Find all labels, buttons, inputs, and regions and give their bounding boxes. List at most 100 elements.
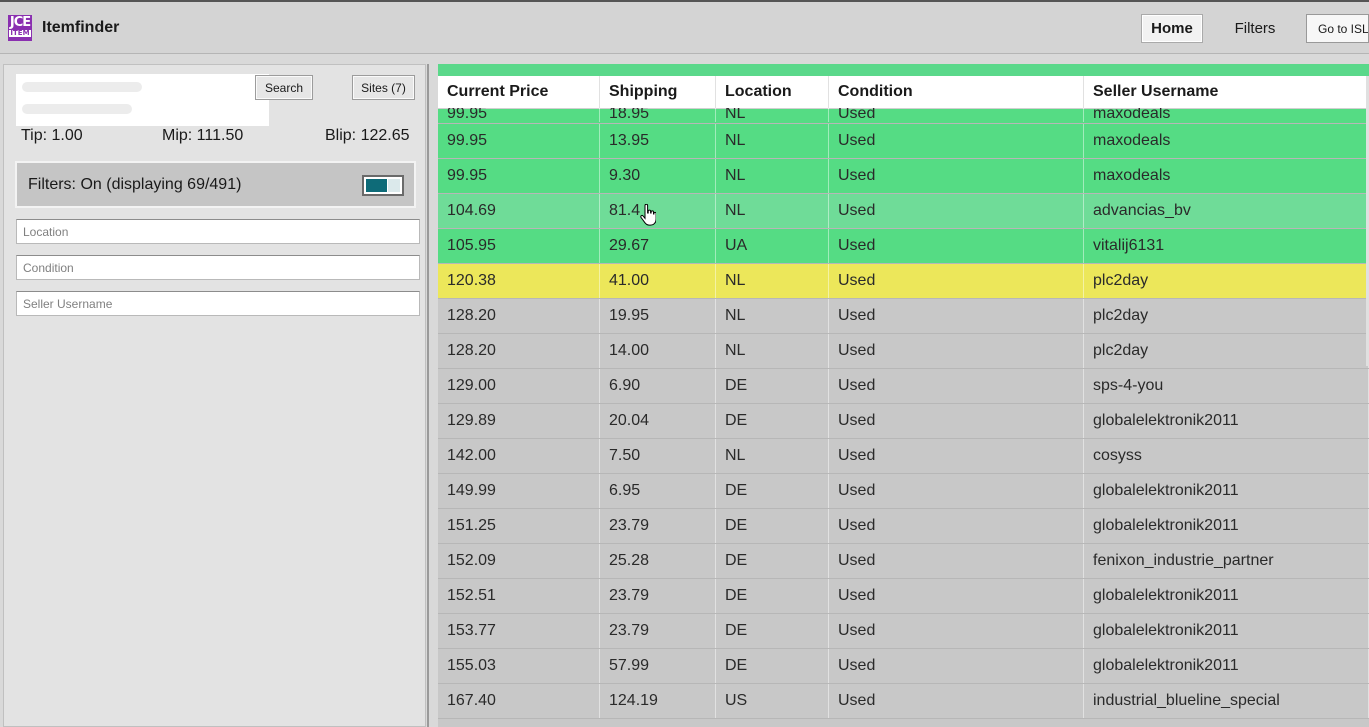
- cell-location: NL: [716, 334, 829, 368]
- table-header: Current Price Shipping Location Conditio…: [438, 76, 1369, 109]
- cell-location: US: [716, 684, 829, 718]
- cell-shipping: 14.00: [600, 334, 716, 368]
- cell-location: NL: [716, 299, 829, 333]
- table-row[interactable]: 120.38 41.00 NL Used plc2day: [438, 264, 1369, 299]
- cell-shipping: 25.28: [600, 544, 716, 578]
- cell-shipping: 18.95: [600, 108, 716, 122]
- cell-shipping: 13.95: [600, 124, 716, 158]
- cell-shipping: 29.67: [600, 229, 716, 263]
- table-row[interactable]: 152.51 23.79 DE Used globalelektronik2011: [438, 579, 1369, 614]
- cell-shipping: 20.04: [600, 404, 716, 438]
- cell-condition: Used: [829, 264, 1084, 298]
- nav-home-button[interactable]: Home: [1141, 14, 1203, 43]
- cell-condition: Used: [829, 124, 1084, 158]
- go-to-isl-button[interactable]: Go to ISL: [1306, 14, 1369, 43]
- location-filter-input[interactable]: [16, 219, 420, 244]
- column-header-condition[interactable]: Condition: [829, 76, 1084, 109]
- cell-condition: Used: [829, 544, 1084, 578]
- cell-current-price: 142.00: [438, 439, 600, 473]
- cell-shipping: 6.90: [600, 369, 716, 403]
- cell-location: DE: [716, 649, 829, 683]
- cell-location: NL: [716, 159, 829, 193]
- cell-condition: Used: [829, 229, 1084, 263]
- table-row[interactable]: 142.00 7.50 NL Used cosyss: [438, 439, 1369, 474]
- cell-location: DE: [716, 544, 829, 578]
- table-row[interactable]: 167.40 124.19 US Used industrial_blueline_sp…: [438, 684, 1369, 719]
- column-header-seller-username[interactable]: Seller Username: [1084, 76, 1369, 109]
- search-button[interactable]: Search: [255, 75, 313, 100]
- panel-divider[interactable]: [427, 64, 429, 727]
- cell-seller-username: maxodeals: [1084, 124, 1369, 158]
- cell-location: NL: [716, 108, 829, 122]
- cell-condition: Used: [829, 404, 1084, 438]
- cell-location: DE: [716, 614, 829, 648]
- table-row[interactable]: 129.89 20.04 DE Used globalelektronik2011: [438, 404, 1369, 439]
- cell-condition: Used: [829, 334, 1084, 368]
- cell-location: DE: [716, 509, 829, 543]
- logo-text-top: JCE: [9, 15, 31, 30]
- left-panel: Search Sites (7) Tip: 1.00 Mip: 111.50 B…: [3, 64, 426, 727]
- toggle-fill: [366, 179, 387, 192]
- table-row[interactable]: 152.09 25.28 DE Used fenixon_industrie_partn…: [438, 544, 1369, 579]
- cell-current-price: 99.95: [438, 108, 600, 122]
- cell-current-price: 128.20: [438, 299, 600, 333]
- cell-location: NL: [716, 439, 829, 473]
- column-header-shipping[interactable]: Shipping: [600, 76, 716, 109]
- app-logo-icon: JCE ITEM: [8, 15, 32, 41]
- table-row[interactable]: 105.95 29.67 UA Used vitalij6131: [438, 229, 1369, 264]
- column-header-current-price[interactable]: Current Price: [438, 76, 600, 109]
- cell-shipping: 57.99: [600, 649, 716, 683]
- cell-seller-username: globalelektronik2011: [1084, 614, 1369, 648]
- cell-shipping: 19.95: [600, 299, 716, 333]
- hand-pointer-icon: [640, 204, 656, 226]
- cell-current-price: 152.51: [438, 579, 600, 613]
- cell-location: NL: [716, 194, 829, 228]
- table-row[interactable]: 99.95 13.95 NL Used maxodeals: [438, 124, 1369, 159]
- cell-location: DE: [716, 474, 829, 508]
- table-row[interactable]: 128.20 19.95 NL Used plc2day: [438, 299, 1369, 334]
- cell-current-price: 99.95: [438, 124, 600, 158]
- cell-seller-username: maxodeals: [1084, 159, 1369, 193]
- cell-current-price: 152.09: [438, 544, 600, 578]
- cell-condition: Used: [829, 159, 1084, 193]
- cell-seller-username: plc2day: [1084, 264, 1369, 298]
- search-input[interactable]: [16, 74, 256, 100]
- cell-current-price: 167.40: [438, 684, 600, 718]
- cell-condition: Used: [829, 299, 1084, 333]
- cell-current-price: 104.69: [438, 194, 600, 228]
- table-row[interactable]: 104.69 81.4 NL Used advancias_bv: [438, 194, 1369, 229]
- cell-current-price: 99.95: [438, 159, 600, 193]
- cell-shipping: 7.50: [600, 439, 716, 473]
- table-row[interactable]: 151.25 23.79 DE Used globalelektronik2011: [438, 509, 1369, 544]
- sites-button[interactable]: Sites (7): [352, 75, 415, 100]
- cell-condition: Used: [829, 579, 1084, 613]
- cell-location: DE: [716, 579, 829, 613]
- cell-condition: Used: [829, 474, 1084, 508]
- nav-filters-button[interactable]: Filters: [1222, 14, 1288, 43]
- cell-location: NL: [716, 124, 829, 158]
- table-row[interactable]: 153.77 23.79 DE Used globalelektronik2011: [438, 614, 1369, 649]
- cell-condition: Used: [829, 369, 1084, 403]
- cell-current-price: 105.95: [438, 229, 600, 263]
- column-header-location[interactable]: Location: [716, 76, 829, 109]
- table-row[interactable]: 149.99 6.95 DE Used globalelektronik2011: [438, 474, 1369, 509]
- cell-seller-username: cosyss: [1084, 439, 1369, 473]
- table-row[interactable]: 128.20 14.00 NL Used plc2day: [438, 334, 1369, 369]
- cell-seller-username: globalelektronik2011: [1084, 649, 1369, 683]
- table-row[interactable]: 129.00 6.90 DE Used sps-4-you: [438, 369, 1369, 404]
- cell-condition: Used: [829, 509, 1084, 543]
- cell-seller-username: sps-4-you: [1084, 369, 1369, 403]
- table-row[interactable]: 155.03 57.99 DE Used globalelektronik2011: [438, 649, 1369, 684]
- cell-condition: Used: [829, 108, 1084, 122]
- table-row[interactable]: 99.95 18.95 NL Used maxodeals: [438, 108, 1369, 124]
- filter-status-label: Filters: On (displaying 69/491): [28, 176, 242, 193]
- seller-username-filter-input[interactable]: [16, 291, 420, 316]
- cell-location: NL: [716, 264, 829, 298]
- cell-shipping: 41.00: [600, 264, 716, 298]
- table-row[interactable]: 99.95 9.30 NL Used maxodeals: [438, 159, 1369, 194]
- cell-seller-username: globalelektronik2011: [1084, 579, 1369, 613]
- cell-shipping: 124.19: [600, 684, 716, 718]
- filter-toggle[interactable]: [362, 175, 404, 196]
- condition-filter-input[interactable]: [16, 255, 420, 280]
- results-table: Current Price Shipping Location Conditio…: [438, 64, 1369, 727]
